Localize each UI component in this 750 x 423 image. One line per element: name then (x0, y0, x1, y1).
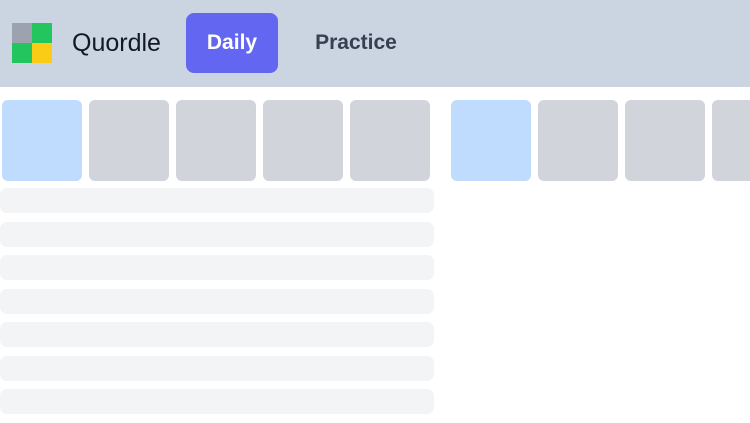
tab-daily[interactable]: Daily (186, 13, 278, 73)
logo-square-green-top (32, 23, 52, 43)
empty-guess-row (0, 356, 434, 381)
tile-empty[interactable] (89, 100, 169, 181)
empty-guess-row (0, 289, 434, 314)
tile-active[interactable] (2, 100, 82, 181)
empty-guess-row (0, 322, 434, 347)
tile-empty[interactable] (263, 100, 343, 181)
empty-guess-row (0, 188, 434, 213)
logo-square-gray (12, 23, 32, 43)
tile-active[interactable] (451, 100, 531, 181)
logo-square-yellow (32, 43, 52, 63)
top-header: Quordle Daily Practice (0, 0, 750, 87)
tile-empty[interactable] (176, 100, 256, 181)
app-title: Quordle (72, 29, 161, 57)
tile-empty[interactable] (712, 100, 750, 181)
empty-guess-row (0, 255, 434, 280)
empty-guess-row (0, 389, 434, 414)
tile-empty[interactable] (350, 100, 430, 181)
quordle-logo-icon (12, 23, 52, 63)
tile-empty[interactable] (538, 100, 618, 181)
empty-guess-row (0, 222, 434, 247)
game-board-2 (449, 100, 750, 181)
current-guess-row (449, 100, 750, 181)
logo-square-green-bottom (12, 43, 32, 63)
tile-empty[interactable] (625, 100, 705, 181)
tab-practice[interactable]: Practice (300, 13, 412, 73)
current-guess-row (0, 100, 434, 181)
game-board-1 (0, 100, 434, 414)
